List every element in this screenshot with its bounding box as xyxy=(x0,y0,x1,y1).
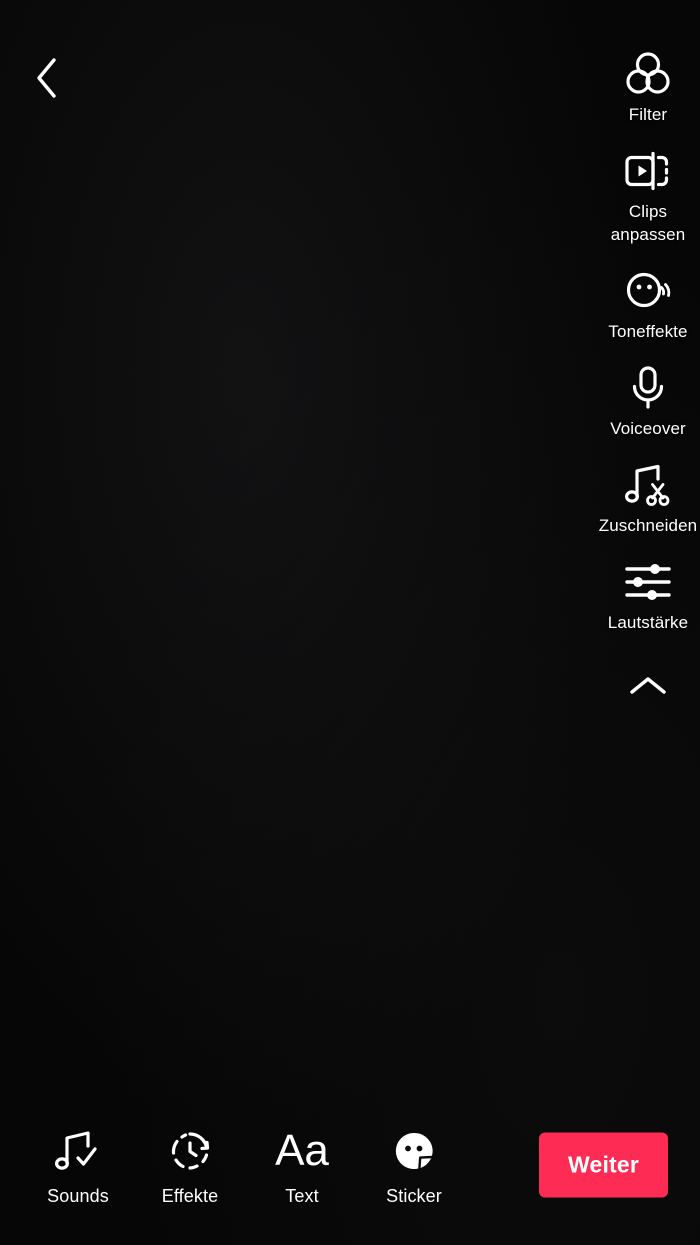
tool-item-clips-anpassen[interactable]: Clips anpassen xyxy=(596,143,700,246)
next-button[interactable]: Weiter xyxy=(539,1132,668,1198)
tool-rail-collapse-button[interactable] xyxy=(596,663,700,709)
bottom-item-effekte[interactable]: Effekte xyxy=(134,1123,246,1207)
back-button[interactable] xyxy=(18,48,74,108)
bottom-toolbar: Sounds Effekte Aa Text Sticker Weiter xyxy=(0,1085,700,1245)
tool-label-zuschneiden: Zuschneiden xyxy=(598,516,698,535)
text-aa-icon: Aa xyxy=(275,1123,329,1179)
music-scissors-icon xyxy=(621,457,675,513)
filter-circles-icon xyxy=(622,46,674,102)
tool-rail: Filter Clips anpassen Toneffekte Voiceov… xyxy=(596,46,700,709)
bottom-label-sounds: Sounds xyxy=(47,1186,109,1206)
adjust-clips-icon xyxy=(620,143,676,199)
tool-item-toneffekte[interactable]: Toneffekte xyxy=(596,263,700,343)
music-note-check-icon xyxy=(52,1123,104,1179)
tool-item-filter[interactable]: Filter xyxy=(596,46,700,126)
bottom-item-text[interactable]: Aa Text xyxy=(246,1123,358,1207)
chevron-left-icon xyxy=(33,56,59,100)
tool-item-zuschneiden[interactable]: Zuschneiden xyxy=(596,457,700,537)
clock-refresh-icon xyxy=(164,1123,216,1179)
sticker-face-icon xyxy=(388,1123,440,1179)
text-aa-glyph: Aa xyxy=(275,1126,329,1175)
bottom-label-text: Text xyxy=(285,1186,319,1206)
tool-label-filter: Filter xyxy=(628,105,668,124)
bottom-item-sticker[interactable]: Sticker xyxy=(358,1123,470,1207)
microphone-icon xyxy=(625,360,671,416)
tool-label-clips-anpassen: Clips anpassen xyxy=(610,202,686,244)
bottom-label-effekte: Effekte xyxy=(161,1186,219,1206)
tool-item-lautstaerke[interactable]: Lautstärke xyxy=(596,554,700,634)
sliders-icon xyxy=(622,554,674,610)
tool-label-voiceover: Voiceover xyxy=(610,419,686,438)
bottom-item-sounds[interactable]: Sounds xyxy=(22,1123,134,1207)
voice-effects-smiley-icon xyxy=(620,263,676,319)
bottom-label-sticker: Sticker xyxy=(386,1186,442,1206)
tool-label-toneffekte: Toneffekte xyxy=(608,322,688,341)
chevron-up-icon xyxy=(627,673,669,699)
tool-item-voiceover[interactable]: Voiceover xyxy=(596,360,700,440)
tool-label-lautstaerke: Lautstärke xyxy=(607,613,689,632)
